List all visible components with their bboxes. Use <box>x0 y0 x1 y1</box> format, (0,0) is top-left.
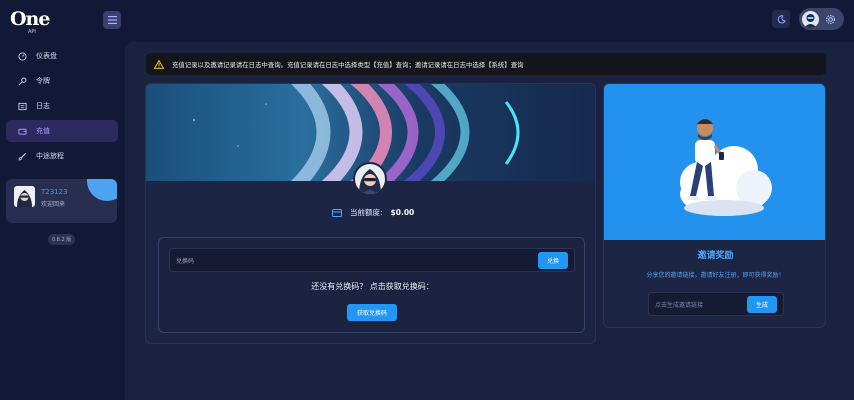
greeting-text: 欢迎回来 <box>41 201 66 208</box>
dashboard-icon <box>18 51 27 61</box>
sidebar-item-midjourney[interactable]: 中途旅程 <box>6 145 118 167</box>
sidebar-item-label: 令牌 <box>36 77 50 85</box>
invite-description: 分享您的邀请链接，邀请好友注册，即可获得奖励！ <box>646 272 785 279</box>
version-badge: 0.8.2 版 <box>48 234 76 245</box>
warning-icon <box>154 59 164 69</box>
key-icon <box>18 77 27 85</box>
get-code-button[interactable]: 获取兑换码 <box>347 304 397 321</box>
sidebar-item-label: 日志 <box>36 102 50 110</box>
logo-text: One <box>10 8 50 30</box>
get-code-prompt: 还没有兑换码？ 点击获取兑换码： <box>311 282 434 291</box>
avatar <box>802 10 819 28</box>
logo-subtext: API <box>28 29 36 35</box>
brush-icon <box>18 152 27 161</box>
hacker-avatar-icon <box>353 162 387 196</box>
menu-toggle-button[interactable] <box>103 11 121 29</box>
avatar <box>14 186 35 207</box>
redeem-code-input[interactable]: 兑换码 兑换 <box>169 248 575 272</box>
alert-text: 充值记录以及邀请记录请在日志中查询。充值记录请在日志中选择类型【充值】查询；邀请… <box>172 60 524 69</box>
sidebar-item-topup[interactable]: 充值 <box>6 120 118 142</box>
input-placeholder: 兑换码 <box>176 257 195 265</box>
input-placeholder: 点击生成邀请链接 <box>655 301 704 309</box>
sidebar: 仪表盘 令牌 日志 充值 中途旅程 <box>6 45 118 170</box>
invite-illustration <box>604 84 825 240</box>
theme-toggle-button[interactable] <box>772 10 790 28</box>
sidebar-item-logs[interactable]: 日志 <box>6 95 118 117</box>
balance-value: $0.00 <box>390 208 415 217</box>
sidebar-item-tokens[interactable]: 令牌 <box>6 70 118 92</box>
profile-menu-button[interactable] <box>799 8 844 30</box>
sidebar-item-dashboard[interactable]: 仪表盘 <box>6 45 118 67</box>
generate-link-button[interactable]: 生成 <box>747 296 777 313</box>
user-card[interactable]: T23123 欢迎回来 <box>6 179 117 223</box>
redeem-form: 兑换码 兑换 还没有兑换码？ 点击获取兑换码： 获取兑换码 <box>158 237 585 333</box>
app-logo[interactable]: One API <box>10 8 52 35</box>
gear-icon <box>825 14 836 24</box>
wallet-icon <box>332 209 342 217</box>
decorative-shape <box>87 179 117 201</box>
invite-link-input[interactable]: 点击生成邀请链接 生成 <box>648 292 784 316</box>
sidebar-item-label: 仪表盘 <box>36 52 57 60</box>
redeem-button[interactable]: 兑换 <box>538 252 568 269</box>
redeem-card: 当前额度: $0.00 兑换码 兑换 还没有兑换码？ 点击获取兑换码： 获取兑换… <box>145 83 596 344</box>
person-on-cloud-icon <box>680 119 772 216</box>
info-alert: 充值记录以及邀请记录请在日志中查询。充值记录请在日志中选择类型【充值】查询；邀请… <box>146 53 826 75</box>
balance-label: 当前额度: <box>350 208 383 217</box>
hamburger-icon <box>107 16 117 24</box>
invite-title: 邀请奖励 <box>697 251 734 261</box>
sidebar-item-label: 充值 <box>36 127 50 135</box>
balance-display: 当前额度: $0.00 <box>332 207 414 218</box>
wallet-icon <box>18 128 27 135</box>
sidebar-item-label: 中途旅程 <box>36 152 64 160</box>
moon-icon <box>777 14 786 23</box>
invite-card: 邀请奖励 分享您的邀请链接，邀请好友注册，即可获得奖励！ 点击生成邀请链接 生成 <box>603 83 826 328</box>
log-icon <box>18 102 27 110</box>
username: T23123 <box>41 188 68 196</box>
